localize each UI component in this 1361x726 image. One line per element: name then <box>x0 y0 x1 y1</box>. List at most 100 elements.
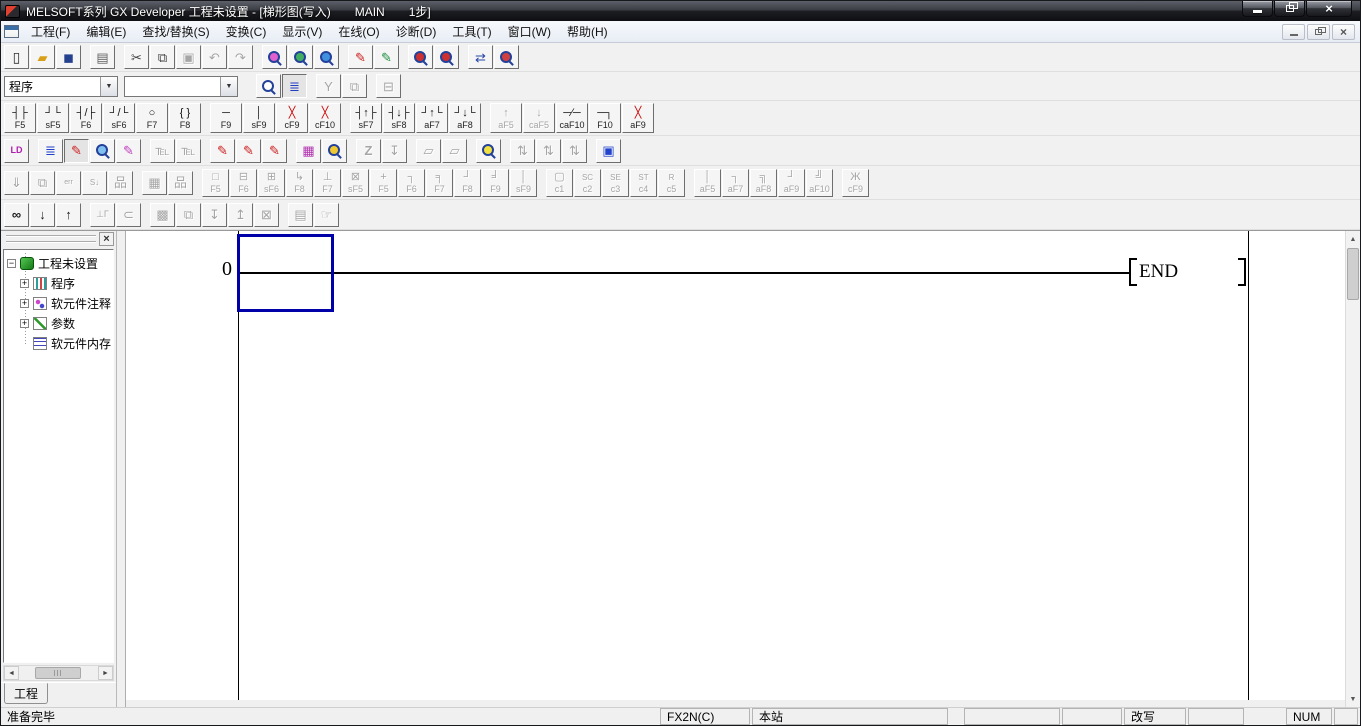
block-list-button[interactable]: 品 <box>168 171 193 195</box>
corner-af10-button[interactable]: ╝aF10 <box>806 169 833 197</box>
panel-grip[interactable] <box>6 235 96 243</box>
skip-execution-button[interactable]: ↧ <box>382 139 407 163</box>
paste-button[interactable]: ▣ <box>176 45 201 69</box>
copy-button[interactable]: ⧉ <box>150 45 175 69</box>
ladder-cursor[interactable] <box>237 234 334 312</box>
chevron-down-icon[interactable]: ▼ <box>220 77 237 96</box>
find-up-button[interactable]: ↑ <box>56 203 81 227</box>
line-statement-button[interactable]: ⊥Γ <box>90 203 115 227</box>
chevron-down-icon[interactable]: ▼ <box>100 77 117 96</box>
project-data-display-button[interactable]: ≣ <box>38 139 63 163</box>
instruction-list-button[interactable]: ⊂ <box>116 203 141 227</box>
monitor-write-mode-button[interactable]: ✎ <box>374 45 399 69</box>
menu-find-replace[interactable]: 查找/替换(S) <box>134 22 217 42</box>
contact-coil-edit-button[interactable]: ✎ <box>236 139 261 163</box>
all-block-button[interactable]: ▦ <box>142 171 167 195</box>
multi-duplicate-button[interactable]: ⧉ <box>176 203 201 227</box>
ladder-monitor-button[interactable]: ▣ <box>596 139 621 163</box>
falling-pulse-op-button[interactable]: ↓caF5 <box>523 103 555 133</box>
star-cf9-button[interactable]: ЖcF9 <box>842 169 869 197</box>
clock-setting-button[interactable] <box>322 139 347 163</box>
corner-af8-button[interactable]: ╗aF8 <box>750 169 777 197</box>
macro-button[interactable]: Y <box>316 74 341 98</box>
print-area-button[interactable]: ▤ <box>288 203 313 227</box>
insert-row-button[interactable]: ↧ <box>202 203 227 227</box>
entry-monitor-stop-button[interactable]: ⇅ <box>536 139 561 163</box>
menu-diagnostics[interactable]: 诊断(D) <box>388 22 445 42</box>
drag-mode-button[interactable]: ☞ <box>314 203 339 227</box>
project-panel-close-button[interactable]: × <box>99 232 114 246</box>
menu-view[interactable]: 显示(V) <box>274 22 330 42</box>
mdi-minimize-button[interactable] <box>1282 24 1305 40</box>
tree-expand-toggle[interactable]: + <box>20 279 29 288</box>
open-button[interactable]: ▰ <box>30 45 55 69</box>
panel-splitter[interactable] <box>117 231 126 707</box>
area-c2-sc-button[interactable]: SCc2 <box>574 169 601 197</box>
remote-run-button[interactable]: ℡ <box>150 139 175 163</box>
project-data-list-button[interactable]: ≣ <box>282 74 307 98</box>
data-copy-button[interactable]: ⧉ <box>342 74 367 98</box>
closed-contact-button[interactable]: ┤/├F6 <box>70 103 102 133</box>
ladder-mode-button[interactable]: LD <box>4 139 29 163</box>
write-during-run-button[interactable]: ⇓ <box>4 171 29 195</box>
delete-row-button[interactable]: ↥ <box>228 203 253 227</box>
delete-horizontal-line-button[interactable]: ╳cF9 <box>276 103 308 133</box>
find-button[interactable]: ∞ <box>4 203 29 227</box>
menu-project[interactable]: 工程(F) <box>23 22 78 42</box>
tree-expand-toggle[interactable]: + <box>20 299 29 308</box>
block-f5-button[interactable]: □F5 <box>202 169 229 197</box>
corner-af7-button[interactable]: ┐aF7 <box>722 169 749 197</box>
horizontal-line-button[interactable]: ─F9 <box>210 103 242 133</box>
device-memory-display-button[interactable]: ▦ <box>296 139 321 163</box>
tab-project[interactable]: 工程 <box>4 683 48 704</box>
branch-f8-button[interactable]: ↳F8 <box>286 169 313 197</box>
editor-vscrollbar[interactable]: ▲ ▼ <box>1345 231 1360 707</box>
step-execution-button[interactable]: Z <box>356 139 381 163</box>
read-mode-button[interactable] <box>408 45 433 69</box>
tree-root-project[interactable]: −工程未设置 <box>4 253 113 273</box>
monitor-read-mode-button[interactable] <box>434 45 459 69</box>
scroll-right-icon[interactable]: ► <box>98 666 113 680</box>
find-instruction-button[interactable] <box>288 45 313 69</box>
rising-pulse-branch-button[interactable]: ┘↑└aF7 <box>416 103 448 133</box>
find-down-button[interactable]: ↓ <box>30 203 55 227</box>
hscroll-thumb[interactable] <box>35 667 81 679</box>
error-jump-button[interactable]: err <box>56 171 81 195</box>
corner-f9-button[interactable]: ╛F9 <box>482 169 509 197</box>
copy-program-button[interactable]: ⧉ <box>30 171 55 195</box>
transfer-setup-button[interactable]: ⇄ <box>468 45 493 69</box>
find-window-button[interactable] <box>256 74 281 98</box>
program-list-button[interactable]: ⊟ <box>376 74 401 98</box>
instruction-edit-button[interactable]: ✎ <box>262 139 287 163</box>
rising-pulse-button[interactable]: ┤↑├sF7 <box>350 103 382 133</box>
ground-f7-button[interactable]: ⊥F7 <box>314 169 341 197</box>
falling-pulse-branch-button[interactable]: ┘↓└aF8 <box>449 103 481 133</box>
new-button[interactable]: ▯ <box>4 45 29 69</box>
find-string-button[interactable] <box>314 45 339 69</box>
save-button[interactable]: ◼ <box>56 45 81 69</box>
area-c5-r-button[interactable]: Rc5 <box>658 169 685 197</box>
mdi-close-button[interactable]: × <box>1332 24 1355 40</box>
block-sf6-button[interactable]: ⊞sF6 <box>258 169 285 197</box>
application-instruction-button[interactable]: { }F8 <box>169 103 201 133</box>
alias-display-button[interactable] <box>90 139 115 163</box>
mdi-child-icon[interactable] <box>4 25 19 38</box>
print-button[interactable]: ▤ <box>90 45 115 69</box>
program-jump-button[interactable]: ▱ <box>442 139 467 163</box>
block-f6-button[interactable]: ⊟F6 <box>230 169 257 197</box>
closed-branch-button[interactable]: ┘/└sF6 <box>103 103 135 133</box>
block-display-button[interactable]: 品 <box>108 171 133 195</box>
rising-pulse-op-button[interactable]: ↑aF5 <box>490 103 522 133</box>
line-af5-button[interactable]: │aF5 <box>694 169 721 197</box>
coil-button[interactable]: ○F7 <box>136 103 168 133</box>
area-c4-st-button[interactable]: STc4 <box>630 169 657 197</box>
delete-column-button[interactable]: ⊠ <box>254 203 279 227</box>
remote-stop-button[interactable]: ℡ <box>176 139 201 163</box>
redo-button[interactable]: ↷ <box>228 45 253 69</box>
corner-af9-button[interactable]: ┘aF9 <box>778 169 805 197</box>
tree-item-device-memory[interactable]: 软元件内存 <box>4 333 113 353</box>
menu-window[interactable]: 窗口(W) <box>500 22 559 42</box>
open-contact-button[interactable]: ┤├F5 <box>4 103 36 133</box>
mdi-restore-button[interactable] <box>1307 24 1330 40</box>
note-display-button[interactable]: ✎ <box>116 139 141 163</box>
